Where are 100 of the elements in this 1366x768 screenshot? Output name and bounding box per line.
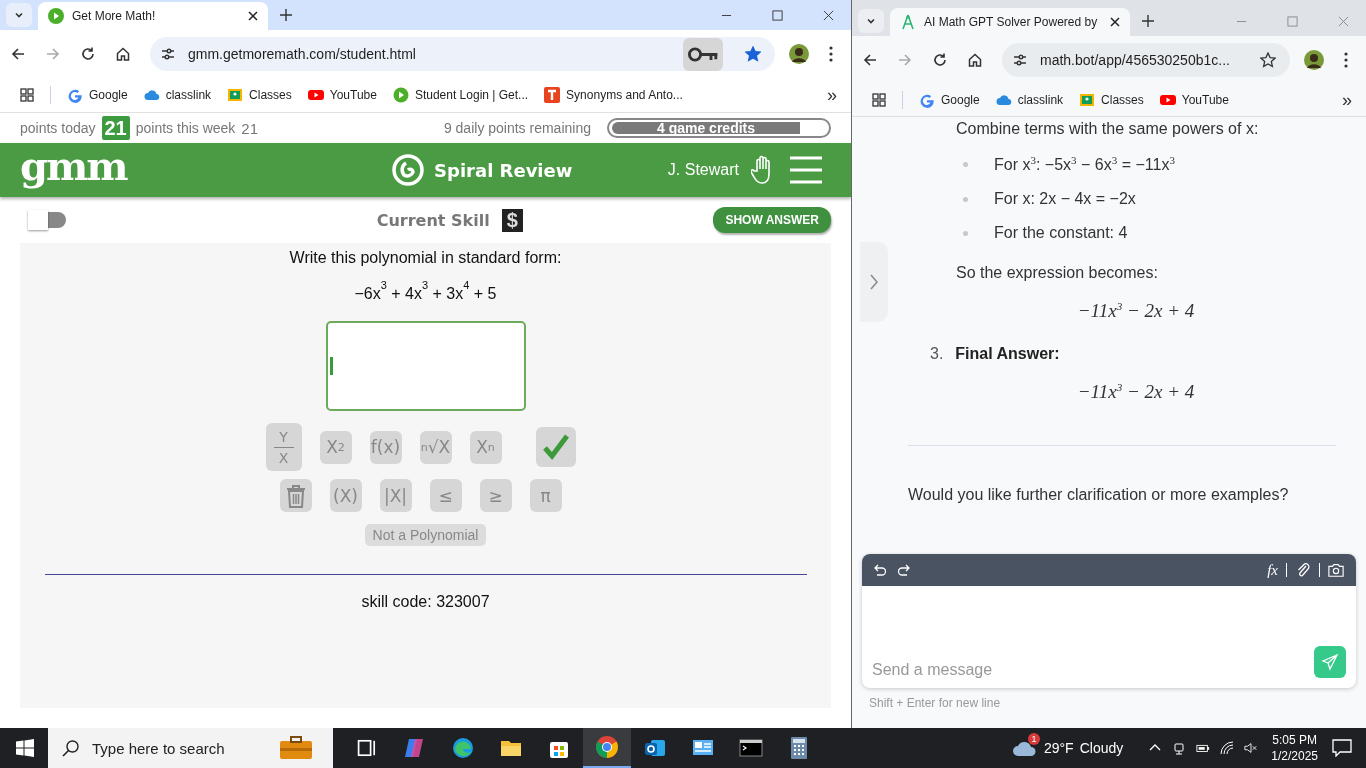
formula-button[interactable]: fx	[1267, 561, 1278, 579]
paragraph: Would you like further clarification or more examples?	[908, 486, 1290, 504]
home-icon[interactable]	[115, 46, 131, 62]
classroom-icon	[227, 87, 244, 103]
profile-avatar-icon[interactable]	[789, 44, 809, 64]
menu-icon[interactable]	[1344, 52, 1348, 68]
toggle-switch[interactable]	[28, 212, 66, 228]
math-expression: −11x$^{3}$ − 2x + 4	[1076, 380, 1196, 403]
spiral-icon	[392, 154, 425, 186]
question-prompt: Write this polynomial in standard form:	[289, 249, 562, 267]
tab-title: Get More Math!	[72, 9, 157, 23]
temperature-text[interactable]: 29°F	[1043, 740, 1074, 756]
menu-icon[interactable]	[829, 46, 833, 62]
browser-icon[interactable]	[451, 736, 475, 760]
speaker-muted-icon[interactable]	[1244, 741, 1259, 755]
meet-icon[interactable]	[1172, 741, 1187, 755]
show-answer-button[interactable]: SHOW ANSWER	[713, 207, 831, 233]
reload-icon[interactable]	[80, 46, 96, 62]
step-number: 3.	[930, 344, 944, 363]
profile-avatar-icon[interactable]	[1304, 50, 1324, 70]
notifications-icon[interactable]	[1332, 739, 1352, 757]
list-item: For the constant: 4	[994, 224, 1128, 243]
search-icon	[62, 739, 80, 757]
bookmark-link[interactable]: Classes	[227, 87, 292, 103]
delete-button[interactable]	[279, 479, 312, 512]
chevron-down-icon	[866, 16, 876, 26]
cloud-icon	[143, 87, 160, 103]
bookmark-star-icon[interactable]	[745, 46, 761, 62]
current-skill-label: Current Skill	[376, 210, 490, 230]
weather-text[interactable]: Cloudy	[1079, 740, 1124, 756]
play-icon	[48, 8, 64, 24]
google-g-icon	[919, 92, 935, 108]
bullet-icon	[963, 196, 968, 202]
dollar-badge: $	[501, 208, 523, 232]
back-icon[interactable]	[862, 52, 878, 68]
browser-tab[interactable]: AI Math GPT Solver Powered by	[890, 8, 1130, 36]
chrome-icon	[595, 735, 619, 759]
tab-title: AI Math GPT Solver Powered by	[924, 15, 1099, 29]
video-play-icon	[307, 87, 324, 103]
wifi-icon[interactable]	[1220, 741, 1235, 755]
bullet-icon	[963, 230, 968, 236]
more-bookmarks-button[interactable]: »	[827, 84, 837, 106]
address-bar[interactable]: math.bot/app/456530250b1c...	[1002, 43, 1290, 77]
briefcase-icon	[279, 736, 313, 760]
search-field[interactable]: Type here to search	[48, 728, 333, 768]
terminal-icon[interactable]	[739, 736, 763, 760]
points-today-label: points today	[20, 120, 96, 136]
bookmark-star-icon[interactable]	[1260, 52, 1276, 68]
submit-button[interactable]	[535, 427, 576, 467]
apps-grid-icon[interactable]	[872, 93, 886, 107]
checkmark-icon	[541, 433, 570, 461]
paragraph: So the expression becomes:	[956, 264, 1159, 283]
list-item: For x: 2x − 4x = −2x	[994, 190, 1136, 209]
site-settings-icon[interactable]	[1012, 52, 1028, 68]
skill-code: skill code: 323007	[361, 593, 490, 611]
bookmark-link[interactable]: Student Login | Get...	[392, 87, 529, 103]
bookmark-link[interactable]: YouTube	[307, 87, 377, 103]
bookmark-link[interactable]: classlink	[995, 92, 1064, 108]
close-icon[interactable]	[248, 11, 258, 21]
letter-t-icon	[544, 87, 561, 103]
maximize-icon[interactable]	[772, 10, 783, 21]
camera-icon[interactable]	[1328, 562, 1344, 578]
google-g-icon	[67, 87, 83, 103]
input-hint: Shift + Enter for new line	[868, 695, 1002, 712]
message-field[interactable]: Send a message	[872, 658, 1314, 682]
new-tab-icon[interactable]	[1142, 15, 1154, 27]
classroom-icon	[1079, 92, 1096, 108]
points-remaining-text: 9 daily points remaining	[443, 120, 591, 136]
site-settings-icon[interactable]	[160, 46, 176, 62]
play-icon	[392, 87, 409, 103]
clock[interactable]: 5:05 PM 1/2/2025	[1271, 732, 1318, 764]
bookmark-link[interactable]: Google	[919, 92, 980, 108]
key-icon[interactable]	[683, 37, 723, 71]
new-tab-icon[interactable]	[280, 9, 292, 21]
browser-tab[interactable]: Get More Math!	[38, 2, 268, 30]
apps-grid-icon[interactable]	[20, 88, 34, 102]
back-icon[interactable]	[10, 46, 26, 62]
bookmark-link[interactable]: YouTube	[1159, 92, 1229, 108]
bookmark-link[interactable]: classlink	[143, 87, 212, 103]
bookmark-link[interactable]: Synonyms and Anto...	[544, 87, 683, 103]
redo-icon[interactable]	[896, 562, 912, 578]
start-icon[interactable]	[16, 739, 34, 757]
more-bookmarks-button[interactable]: »	[1342, 89, 1352, 111]
close-icon[interactable]	[823, 10, 834, 21]
sidebar-toggle[interactable]	[860, 242, 888, 322]
points-week-count: 21	[241, 119, 259, 137]
paperclip-icon[interactable]	[1295, 562, 1311, 578]
notification-badge: 1	[1027, 733, 1040, 745]
points-today-count: 21	[101, 116, 130, 140]
bookmark-link[interactable]: Classes	[1079, 92, 1144, 108]
close-icon[interactable]	[1110, 17, 1120, 27]
home-icon[interactable]	[967, 52, 983, 68]
reload-icon[interactable]	[932, 52, 948, 68]
undo-icon[interactable]	[872, 562, 888, 578]
bookmark-link[interactable]: Google	[67, 87, 128, 103]
address-bar[interactable]: gmm.getmoremath.com/student.html	[150, 37, 775, 71]
answer-field[interactable]	[325, 321, 526, 411]
credits-label: 4 game credits	[655, 120, 757, 136]
chrome-taskbar-button[interactable]	[583, 728, 631, 768]
video-play-icon	[1159, 92, 1176, 108]
